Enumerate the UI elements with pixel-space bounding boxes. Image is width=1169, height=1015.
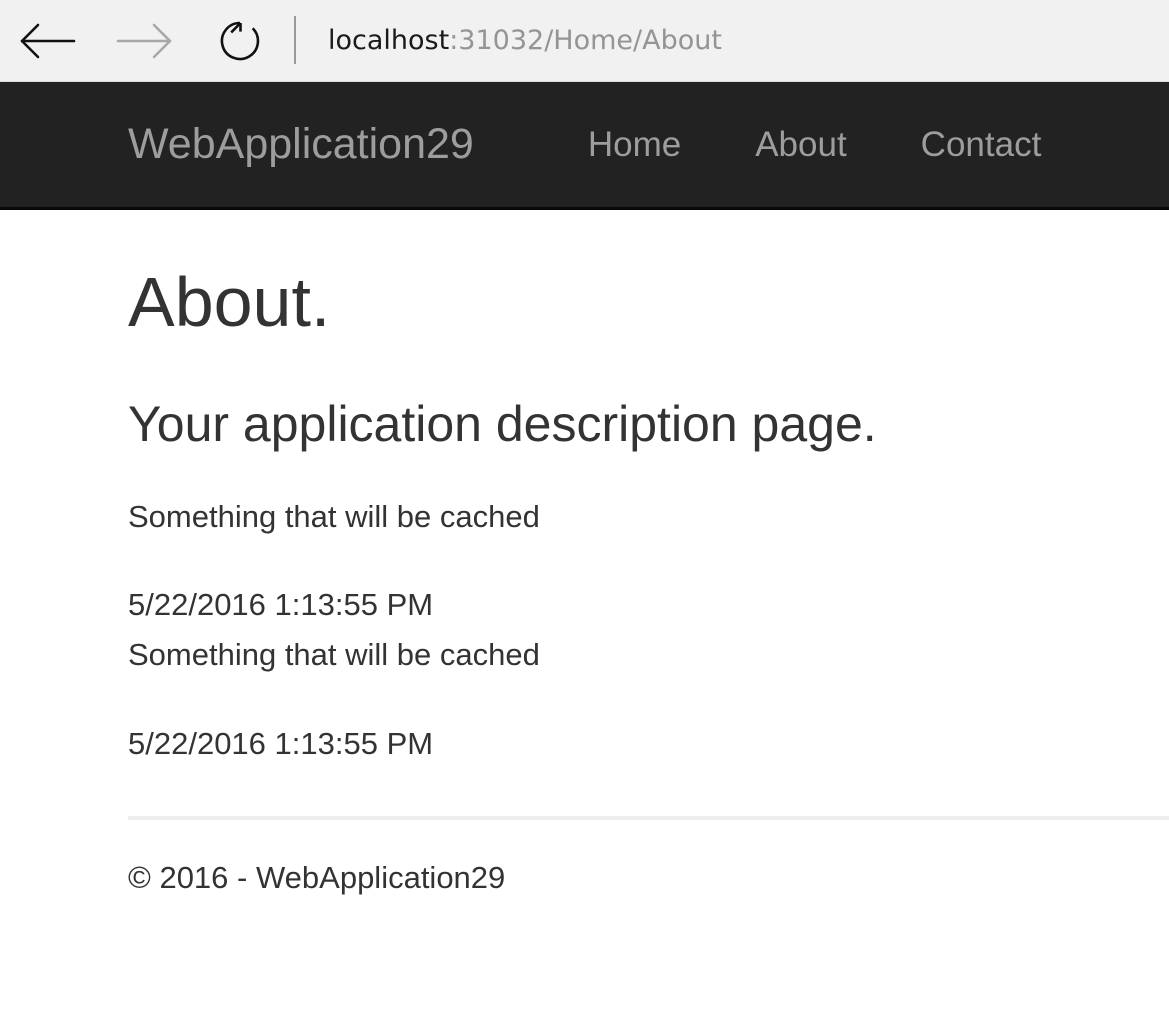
chrome-divider <box>294 16 296 64</box>
page-title: About. <box>128 263 331 341</box>
nav-item-contact: Contact <box>884 127 1079 162</box>
forward-button[interactable] <box>96 0 192 81</box>
refresh-icon <box>218 18 262 64</box>
nav-link-home[interactable]: Home <box>551 127 718 162</box>
site-footer: © 2016 - WebApplication29 <box>128 820 1169 899</box>
nav-item-about: About <box>718 127 883 162</box>
url-host: localhost <box>328 25 450 56</box>
navbar-brand[interactable]: WebApplication29 <box>128 123 474 166</box>
url-text: localhost:31032/Home/About <box>328 27 722 54</box>
back-arrow-icon <box>19 21 77 61</box>
forward-arrow-icon <box>115 21 173 61</box>
cached-text-1: Something that will be cached <box>128 499 540 534</box>
address-bar[interactable]: localhost:31032/Home/About <box>328 0 1169 81</box>
cached-block-2: 5/22/2016 1:13:55 PM Something that will… <box>128 580 1169 680</box>
nav-link-about[interactable]: About <box>718 127 883 162</box>
back-button[interactable] <box>0 0 96 81</box>
page-container: About. Your application description page… <box>0 264 1169 899</box>
browser-nav-buttons <box>0 0 288 81</box>
nav-item-home: Home <box>551 127 718 162</box>
browser-chrome: localhost:31032/Home/About <box>0 0 1169 82</box>
cached-text-2: Something that will be cached <box>128 637 540 673</box>
cached-timestamp-2: 5/22/2016 1:13:55 PM <box>128 725 434 761</box>
footer-copyright: © 2016 - WebApplication29 <box>128 859 506 895</box>
cached-timestamp-1: 5/22/2016 1:13:55 PM <box>128 587 434 623</box>
page-subtitle: Your application description page. <box>128 396 877 452</box>
url-path: :31032/Home/About <box>449 25 722 56</box>
navbar-inner: WebApplication29 Home About Contact <box>0 82 1169 207</box>
navbar-links: Home About Contact <box>551 127 1078 162</box>
site-navbar: WebApplication29 Home About Contact <box>0 82 1169 210</box>
nav-link-contact[interactable]: Contact <box>884 127 1079 162</box>
refresh-button[interactable] <box>192 0 288 81</box>
